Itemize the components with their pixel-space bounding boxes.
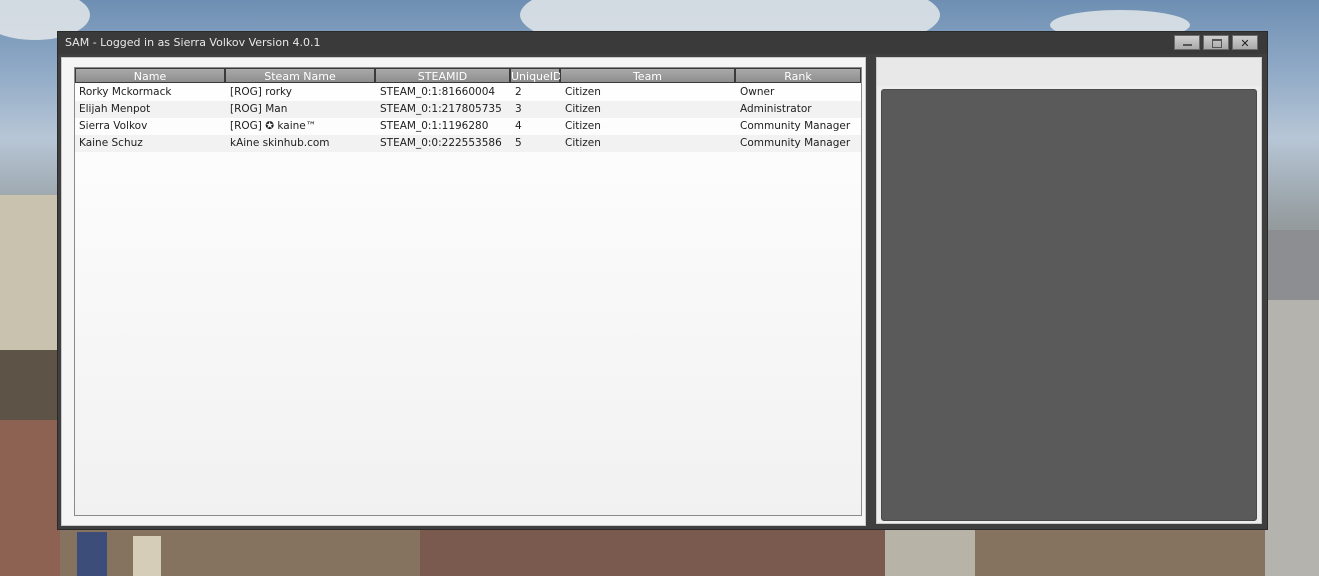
- column-header-team[interactable]: Team: [560, 68, 735, 83]
- background-wall: [0, 420, 62, 576]
- cell-steam-name: kAine skinhub.com: [230, 137, 330, 149]
- cell-steamid: STEAM_0:0:222553586: [380, 137, 502, 149]
- window-title: SAM - Logged in as Sierra Volkov Version…: [65, 36, 321, 49]
- cell-team: Citizen: [565, 120, 601, 132]
- cell-rank: Administrator: [740, 103, 812, 115]
- close-icon: ✕: [1240, 37, 1250, 50]
- maximize-button[interactable]: [1203, 35, 1229, 50]
- maximize-icon: [1212, 39, 1222, 48]
- cell-rank: Community Manager: [740, 137, 851, 149]
- column-header-steamid[interactable]: STEAMID: [375, 68, 510, 83]
- column-header-name[interactable]: Name: [75, 68, 225, 83]
- details-header: [877, 58, 1261, 86]
- table-row[interactable]: Sierra Volkov [ROG] ✪ kaine™ STEAM_0:1:1…: [75, 118, 861, 135]
- minimize-icon: [1183, 44, 1192, 46]
- column-header-steam-name[interactable]: Steam Name: [225, 68, 375, 83]
- close-button[interactable]: ✕: [1232, 35, 1258, 50]
- cell-uniqueid: 3: [515, 103, 522, 115]
- title-bar[interactable]: SAM - Logged in as Sierra Volkov Version…: [58, 32, 1267, 54]
- background-building: [1262, 300, 1319, 576]
- cell-name: Sierra Volkov: [79, 120, 148, 132]
- cell-uniqueid: 4: [515, 120, 522, 132]
- cell-name: Elijah Menpot: [79, 103, 151, 115]
- minimize-button[interactable]: [1174, 35, 1200, 50]
- details-content: [881, 89, 1257, 521]
- cell-steamid: STEAM_0:1:81660004: [380, 86, 496, 98]
- background-ground: [885, 528, 975, 576]
- background-ground: [420, 528, 890, 576]
- cell-steam-name: [ROG] ✪ kaine™: [230, 120, 317, 132]
- cell-steam-name: [ROG] Man: [230, 103, 288, 115]
- column-header-uniqueid[interactable]: UniqueID: [510, 68, 562, 83]
- background-poster: [133, 536, 161, 576]
- cell-name: Kaine Schuz: [79, 137, 143, 149]
- table-row[interactable]: Elijah Menpot [ROG] Man STEAM_0:1:217805…: [75, 101, 861, 118]
- column-header-rank[interactable]: Rank: [735, 68, 861, 83]
- cell-rank: Community Manager: [740, 120, 851, 132]
- cell-uniqueid: 2: [515, 86, 522, 98]
- details-panel: [876, 57, 1262, 524]
- list-header: Name Steam Name STEAMID UniqueID Team Ra…: [75, 68, 861, 84]
- background-poster: [77, 532, 107, 576]
- background-building: [1262, 230, 1319, 300]
- table-row[interactable]: Kaine Schuz kAine skinhub.com STEAM_0:0:…: [75, 135, 861, 152]
- cell-steamid: STEAM_0:1:1196280: [380, 120, 489, 132]
- cell-steamid: STEAM_0:1:217805735: [380, 103, 502, 115]
- cell-team: Citizen: [565, 103, 601, 115]
- player-list: Name Steam Name STEAMID UniqueID Team Ra…: [74, 67, 862, 516]
- cell-team: Citizen: [565, 137, 601, 149]
- sam-window: SAM - Logged in as Sierra Volkov Version…: [57, 31, 1268, 530]
- background-building: [0, 195, 62, 355]
- cell-uniqueid: 5: [515, 137, 522, 149]
- cell-steam-name: [ROG] rorky: [230, 86, 292, 98]
- cell-rank: Owner: [740, 86, 775, 98]
- table-row[interactable]: Rorky Mckormack [ROG] rorky STEAM_0:1:81…: [75, 84, 861, 101]
- player-list-panel: Name Steam Name STEAMID UniqueID Team Ra…: [61, 57, 866, 526]
- cell-name: Rorky Mckormack: [79, 86, 172, 98]
- cell-team: Citizen: [565, 86, 601, 98]
